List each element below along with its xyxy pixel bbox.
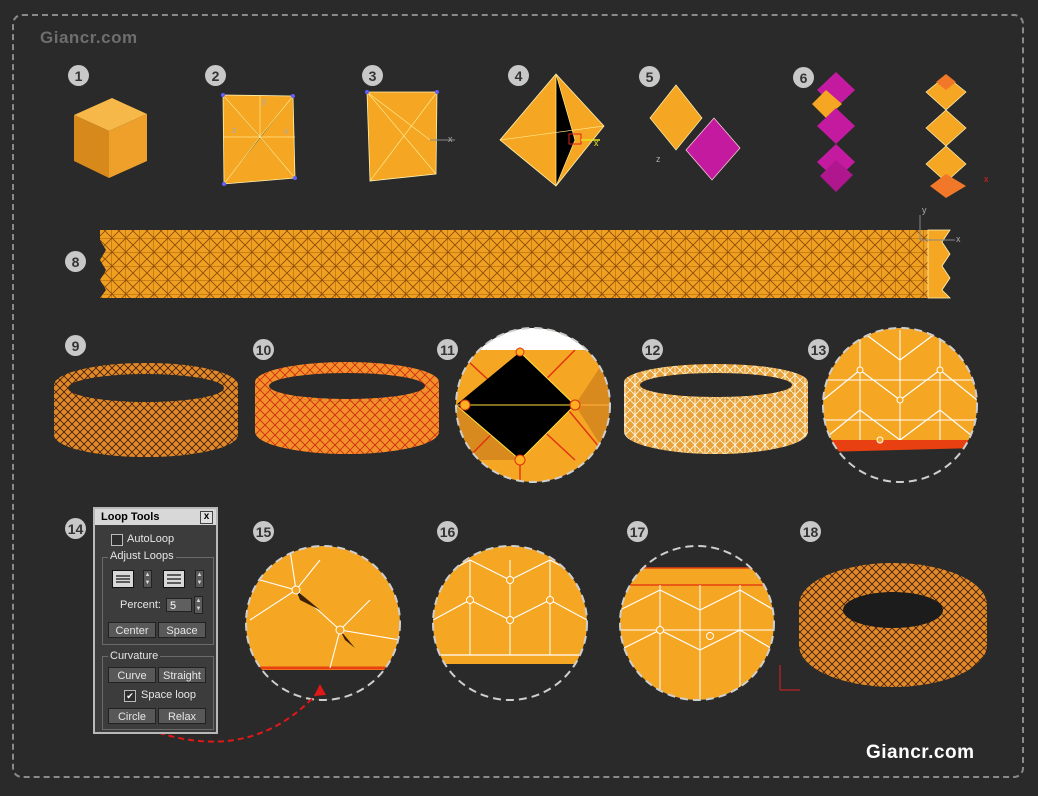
space-loop-checkbox[interactable]: ✔ bbox=[124, 690, 136, 702]
stacked-magenta-column bbox=[812, 72, 855, 192]
axis-x-2: x bbox=[284, 126, 289, 136]
circle-button[interactable]: Circle bbox=[108, 708, 156, 724]
torus-18 bbox=[779, 563, 987, 691]
diamond-shape bbox=[499, 73, 605, 187]
loop-spacing-a-button[interactable] bbox=[112, 570, 134, 588]
loop-tools-titlebar[interactable]: Loop Tools x bbox=[95, 509, 216, 525]
long-mesh-strip bbox=[100, 215, 955, 299]
ring-9 bbox=[54, 363, 238, 457]
percent-input[interactable]: 5 bbox=[166, 598, 192, 612]
percent-spinner[interactable]: ▲ ▼ bbox=[194, 596, 203, 614]
loop-spacing-a-spinner[interactable]: ▲ ▼ bbox=[143, 570, 152, 588]
relax-button[interactable]: Relax bbox=[158, 708, 206, 724]
loop-tools-panel: Loop Tools x AutoLoop Adjust Loops ▲ ▼ ▲ ▼… bbox=[93, 507, 218, 734]
orange-magenta-shapes bbox=[649, 84, 741, 181]
axis-y-2: y bbox=[262, 96, 267, 106]
axis-z-5: z bbox=[656, 154, 661, 164]
axis-x-8: x bbox=[956, 234, 961, 244]
percent-label: Percent: bbox=[120, 599, 161, 611]
axis-x-3: x bbox=[448, 134, 453, 144]
cube-shape bbox=[74, 98, 147, 178]
axis-x-4: x bbox=[594, 138, 599, 148]
axis-x-7: x bbox=[984, 174, 989, 184]
straight-button[interactable]: Straight bbox=[158, 667, 206, 683]
stacked-orange-column bbox=[925, 74, 967, 198]
curve-button[interactable]: Curve bbox=[108, 667, 156, 683]
axis-z-2: z bbox=[232, 125, 237, 135]
loop-tools-title: Loop Tools bbox=[101, 511, 160, 523]
autoloop-checkbox[interactable] bbox=[111, 534, 123, 546]
adjust-loops-label: Adjust Loops bbox=[108, 550, 176, 562]
plane-shape bbox=[221, 93, 297, 186]
autoloop-label: AutoLoop bbox=[127, 533, 175, 545]
space-loop-label: Space loop bbox=[141, 689, 197, 701]
axis-y-8: y bbox=[922, 205, 927, 215]
loop-spacing-b-button[interactable] bbox=[163, 570, 185, 588]
ring-12 bbox=[624, 364, 808, 454]
space-button[interactable]: Space bbox=[158, 622, 206, 638]
loop-spacing-b-spinner[interactable]: ▲ ▼ bbox=[195, 570, 204, 588]
rotated-plane-shape bbox=[365, 90, 455, 182]
close-icon[interactable]: x bbox=[200, 511, 213, 524]
curvature-label: Curvature bbox=[108, 650, 161, 662]
ring-10 bbox=[255, 362, 439, 454]
center-button[interactable]: Center bbox=[108, 622, 156, 638]
